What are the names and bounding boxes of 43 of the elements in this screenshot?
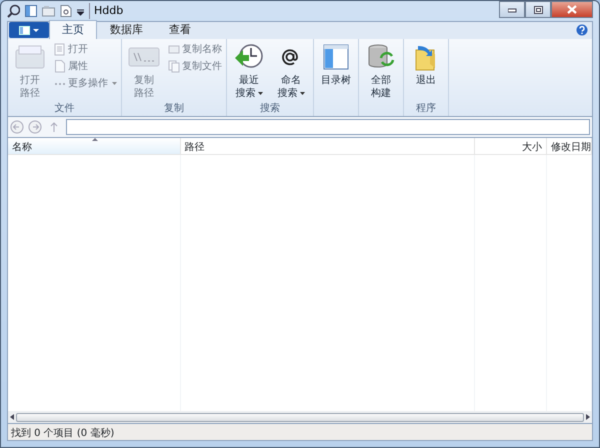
maximize-icon xyxy=(534,6,542,14)
column-header[interactable]: 路径 xyxy=(180,138,474,154)
ribbon-button[interactable]: 最近 搜索 xyxy=(231,42,267,101)
panel-icon[interactable] xyxy=(25,5,37,17)
ribbon-button[interactable]: 退出 xyxy=(408,42,444,101)
caret-icon xyxy=(258,92,262,95)
caret-icon xyxy=(300,92,304,95)
caret-icon[interactable] xyxy=(77,6,84,16)
column-header[interactable]: 名称 xyxy=(8,138,181,154)
document-icon xyxy=(54,60,66,73)
sort-arrow-icon xyxy=(92,138,98,141)
scrollbar-thumb[interactable] xyxy=(16,412,584,422)
status-text: 找到 0 个项目 (0 毫秒) xyxy=(7,424,593,441)
minimize-icon xyxy=(508,6,516,13)
search-icon[interactable] xyxy=(7,4,20,18)
folder-icon[interactable] xyxy=(42,5,55,17)
close-icon xyxy=(567,5,577,14)
maximize-button[interactable] xyxy=(525,1,551,18)
help-icon[interactable] xyxy=(576,24,588,36)
ribbon-button[interactable]: 全部 构建 xyxy=(363,42,399,101)
ribbon-tab[interactable]: 主页 xyxy=(49,20,97,39)
group-label: 复制 xyxy=(163,102,185,114)
group-label: 搜索 xyxy=(259,102,281,114)
ribbon-tab[interactable]: 数据库 xyxy=(97,20,156,39)
group-label: 文件 xyxy=(54,102,76,114)
window-title: Hddb xyxy=(89,2,124,20)
group-label: 程序 xyxy=(415,102,437,114)
column-header[interactable]: 大小 xyxy=(474,138,547,154)
document-icon[interactable] xyxy=(60,5,72,17)
caret-icon xyxy=(112,82,117,85)
close-button[interactable] xyxy=(551,1,593,18)
menu-button[interactable] xyxy=(9,22,49,38)
window-icon xyxy=(19,26,30,34)
scroll-right-icon[interactable] xyxy=(586,414,590,420)
copy-file-icon xyxy=(168,60,180,73)
scroll-left-icon[interactable] xyxy=(10,414,14,420)
address-field[interactable] xyxy=(66,119,590,135)
ribbon-button[interactable]: 命名 搜索 xyxy=(273,42,309,101)
caret-icon xyxy=(33,28,39,32)
column-header[interactable]: 修改日期 xyxy=(547,138,592,154)
ribbon-button[interactable]: 目录树 xyxy=(318,42,354,101)
ribbon-tab[interactable]: 查看 xyxy=(156,20,204,39)
minimize-button[interactable] xyxy=(499,1,525,18)
